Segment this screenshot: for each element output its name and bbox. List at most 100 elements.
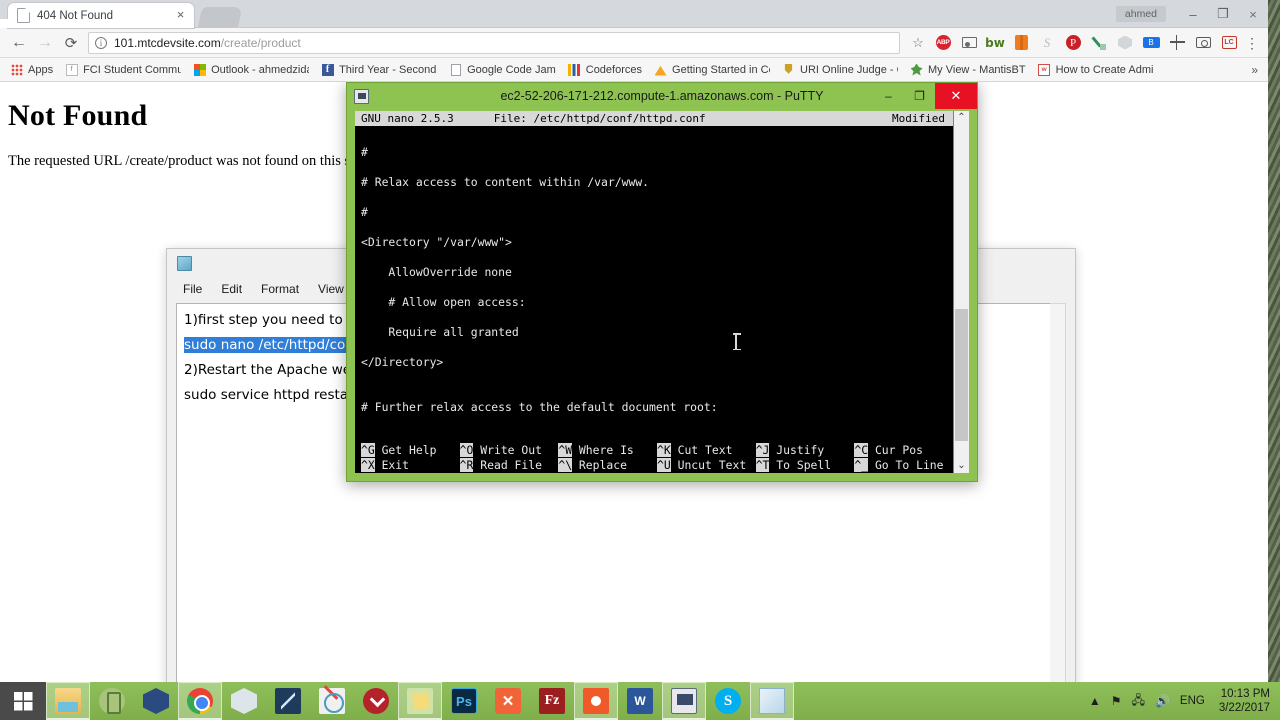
taskbar-filezilla[interactable]: Fz [530,682,574,720]
eyedropper-glyph [1092,36,1106,50]
lc-extension-icon[interactable]: LC [1216,31,1242,55]
chrome-menu-icon[interactable]: ⋮ [1242,36,1262,50]
taskbar-notepad[interactable] [750,682,794,720]
putty-title-bar[interactable]: ec2-52-206-171-212.compute-1.amazonaws.c… [347,83,977,109]
orange-extension-icon[interactable] [1008,31,1034,55]
user-profile-chip[interactable]: ahmed [1115,6,1166,22]
bookmark-item[interactable]: Outlook - ahmedzida [187,61,315,78]
taskbar-skype[interactable]: S [706,682,750,720]
minimize-button[interactable]: – [1178,0,1208,28]
crosshair-icon[interactable] [1164,31,1190,55]
bookmark-item[interactable]: w How to Create Admin [1032,61,1160,78]
shortcut-go-to-line[interactable]: ^_ Go To Line [854,458,953,473]
nano-text-buffer[interactable]: # # Relax access to content within /var/… [355,126,953,421]
menu-edit[interactable]: Edit [221,282,242,296]
photoshop-icon: Ps [451,688,477,714]
terminal-scrollbar[interactable]: ⌃ ⌄ [953,111,969,473]
nano-line: <Directory "/var/www"> [361,235,512,249]
taskbar-screen-recorder[interactable] [574,682,618,720]
apps-shortcut[interactable]: Apps [4,61,59,78]
taskbar-snipping-tool[interactable] [310,682,354,720]
color-picker-icon[interactable] [1086,31,1112,55]
shortcut-exit[interactable]: ^X Exit [361,458,460,473]
address-bar[interactable]: i 101.mtcdevsite.com/create/product [88,31,900,54]
taskbar-android-studio[interactable] [90,682,134,720]
xampp-icon: ✕ [495,688,521,714]
scrollbar-thumb[interactable] [955,309,968,441]
taskbar-chrome[interactable] [178,682,222,720]
back-icon[interactable]: ← [6,31,32,55]
language-indicator[interactable]: ENG [1180,695,1205,707]
close-icon[interactable]: × [173,8,188,23]
taskbar-photoshop[interactable]: Ps [442,682,486,720]
bookmark-item[interactable]: Getting Started in Co [648,61,776,78]
shortcut-cut-text[interactable]: ^K Cut Text [657,443,756,458]
bookmark-item[interactable]: Google Code Jam [443,61,562,78]
blue-badge-icon[interactable]: B [1138,31,1164,55]
taskbar-xampp[interactable]: ✕ [486,682,530,720]
show-hidden-icons-icon[interactable]: ▲ [1089,694,1101,708]
bookmark-item[interactable]: My View - MantisBT [904,61,1032,78]
taskbar-word[interactable]: W [618,682,662,720]
cube-extension-icon[interactable] [1112,31,1138,55]
shortcut-justify[interactable]: ^J Justify [755,443,855,458]
page-content: Not Found The requested URL /create/prod… [0,82,1268,682]
putty-close-button[interactable]: ✕ [935,83,977,109]
volume-icon[interactable]: 🔊 [1155,694,1170,708]
codeforces-icon [568,63,581,76]
action-flag-icon[interactable]: ⚑ [1111,694,1122,708]
skype-extension-icon[interactable]: S [1034,31,1060,55]
notepad-vertical-scrollbar[interactable]: ⌄ [1050,303,1066,682]
reload-icon[interactable]: ⟳ [58,31,84,55]
putty-maximize-button[interactable]: ❐ [904,83,935,109]
menu-view[interactable]: View [318,282,344,296]
scroll-up-icon[interactable]: ⌃ [957,111,965,125]
notepad-app-icon [177,256,192,271]
terminal-screen[interactable]: GNU nano 2.5.3 File: /etc/httpd/conf/htt… [355,111,953,473]
putty-window[interactable]: ec2-52-206-171-212.compute-1.amazonaws.c… [346,82,978,482]
bookmark-item[interactable]: f Third Year - Second T [315,61,443,78]
bookmark-item[interactable]: URI Online Judge - Ca [776,61,904,78]
pinterest-icon[interactable]: P [1060,31,1086,55]
bookmarks-overflow-icon[interactable]: » [1251,63,1264,77]
taskbar-file-explorer[interactable] [46,682,90,720]
shortcut-replace[interactable]: ^\ Replace [558,458,657,473]
site-info-icon[interactable]: i [95,36,107,49]
taskbar-swish[interactable] [266,682,310,720]
terminal[interactable]: GNU nano 2.5.3 File: /etc/httpd/conf/htt… [355,111,969,473]
screen-capture-icon[interactable] [956,31,982,55]
taskbar-putty[interactable] [662,682,706,720]
admin-icon: w [1038,63,1051,76]
nano-line: AllowOverride none [361,265,512,279]
shortcut-read-file[interactable]: ^R Read File [459,458,559,473]
bookmark-item[interactable]: f FCI Student Commun [59,61,187,78]
window-close-button[interactable]: × [1238,0,1268,28]
adblock-plus-icon[interactable]: ABP [930,31,956,55]
shortcut-get-help[interactable]: ^G Get Help [361,443,460,458]
shortcut-uncut-text[interactable]: ^U Uncut Text [657,458,756,473]
taskbar-notes[interactable] [398,682,442,720]
taskbar-virtualbox[interactable] [134,682,178,720]
url-text: 101.mtcdevsite.com/create/product [114,36,301,50]
network-icon[interactable]: 🖧 [1132,691,1145,712]
taskbar-download-manager[interactable] [354,682,398,720]
menu-format[interactable]: Format [261,282,299,296]
putty-minimize-button[interactable]: – [873,83,904,109]
clock[interactable]: 10:13 PM 3/22/2017 [1215,687,1270,715]
browser-tab[interactable]: 404 Not Found × [0,3,194,28]
taskbar-cube-app[interactable] [222,682,266,720]
start-button[interactable] [0,682,46,720]
shortcut-cur-pos[interactable]: ^C Cur Pos [854,443,953,458]
shortcut-where-is[interactable]: ^W Where Is [558,443,657,458]
shortcut-to-spell[interactable]: ^T To Spell [755,458,855,473]
forward-icon[interactable]: → [32,31,58,55]
new-tab-button[interactable] [197,7,243,28]
camera-icon[interactable] [1190,31,1216,55]
bookmark-item[interactable]: Codeforces [562,61,648,78]
menu-file[interactable]: File [183,282,202,296]
shortcut-write-out[interactable]: ^O Write Out [459,443,559,458]
bookmark-star-icon[interactable]: ☆ [906,35,930,51]
maximize-button[interactable]: ❐ [1208,0,1238,28]
scroll-down-icon[interactable]: ⌄ [957,459,965,473]
bitwarden-icon[interactable]: bw [982,31,1008,55]
